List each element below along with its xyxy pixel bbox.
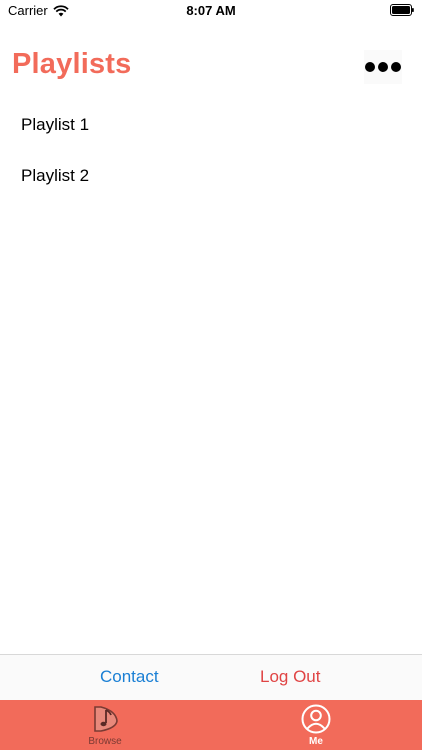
- more-options-button[interactable]: [364, 50, 402, 84]
- battery-icon: [390, 4, 414, 16]
- more-dots-icon: [365, 62, 375, 72]
- tab-browse-label: Browse: [88, 736, 122, 747]
- status-time: 8:07 AM: [186, 3, 236, 18]
- user-icon: [301, 704, 331, 734]
- log-out-button[interactable]: Log Out: [260, 667, 321, 687]
- tab-me-label: Me: [309, 736, 323, 747]
- playlist-list: Playlist 1 Playlist 2: [0, 99, 422, 201]
- more-dots-icon: [391, 62, 401, 72]
- tab-bar: Browse Me: [0, 700, 422, 750]
- status-bar: Carrier 8:07 AM: [0, 0, 422, 22]
- list-item[interactable]: Playlist 1: [0, 99, 422, 150]
- tab-browse[interactable]: Browse: [75, 700, 135, 750]
- contact-button[interactable]: Contact: [100, 667, 159, 687]
- music-note-icon: [94, 706, 118, 732]
- playlist-label: Playlist 2: [21, 165, 90, 185]
- action-bar: Contact Log Out: [0, 654, 422, 700]
- tab-me[interactable]: Me: [286, 700, 346, 750]
- playlist-label: Playlist 1: [21, 114, 90, 134]
- list-item[interactable]: Playlist 2: [0, 150, 422, 201]
- more-dots-icon: [378, 62, 388, 72]
- page-title: Playlists: [12, 48, 132, 80]
